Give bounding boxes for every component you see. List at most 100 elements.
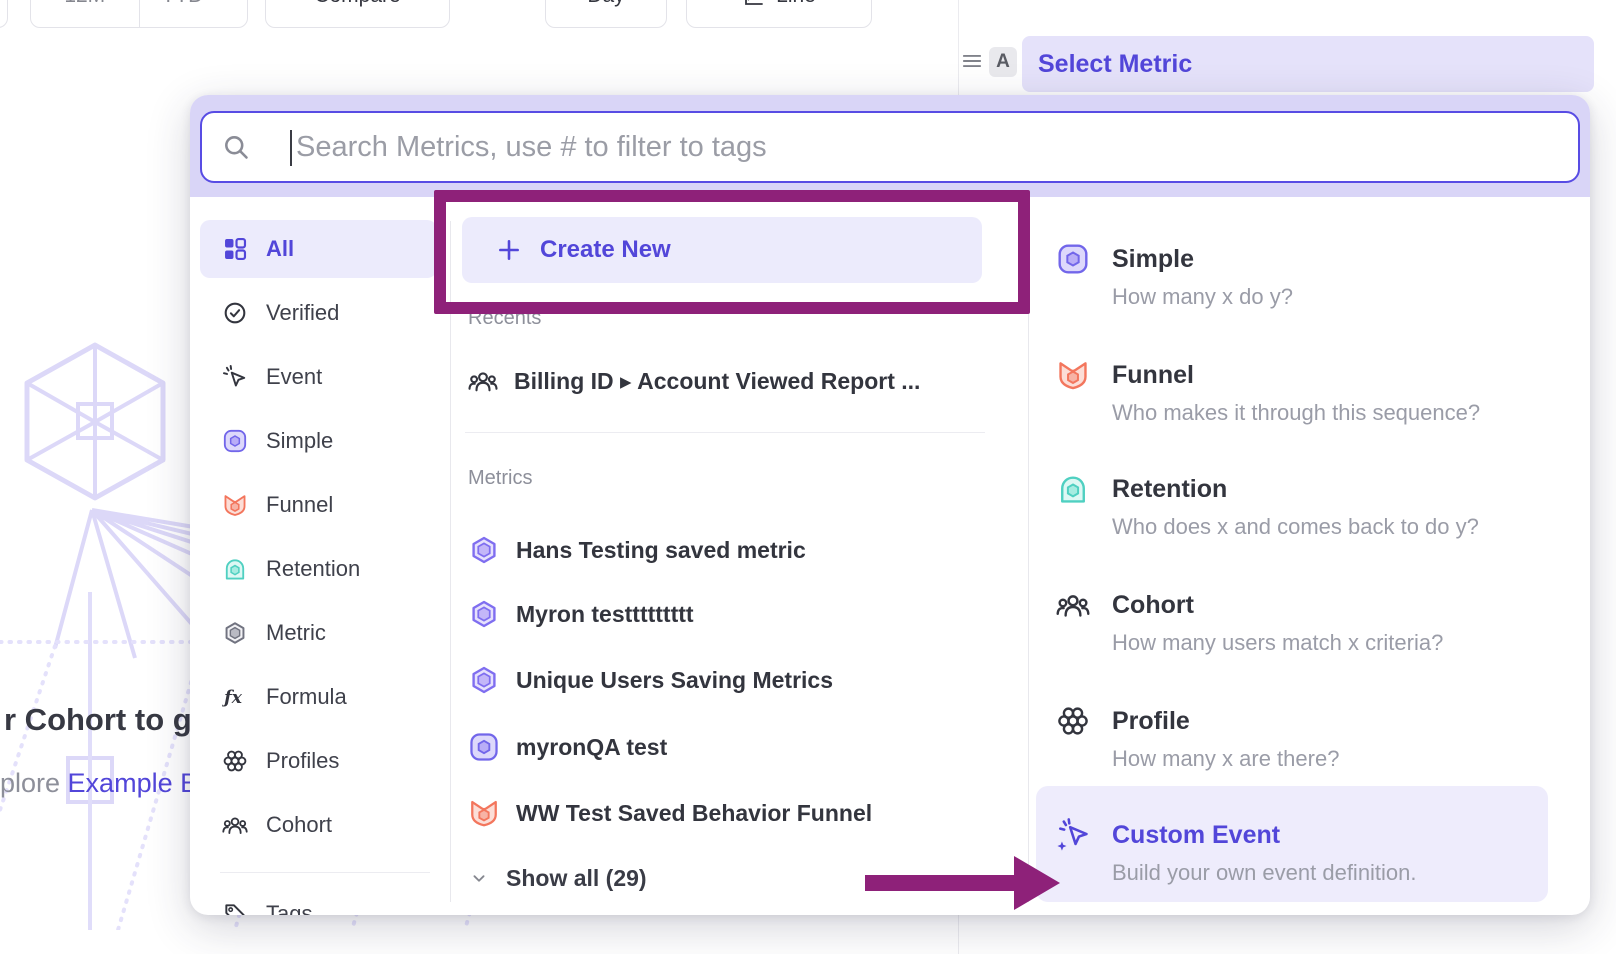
funnel-icon bbox=[222, 492, 248, 518]
metric-type-title: Cohort bbox=[1112, 590, 1576, 620]
day-granularity-button[interactable]: Day bbox=[545, 0, 667, 28]
sidebar-item-retention[interactable]: Retention bbox=[200, 541, 440, 597]
sidebar-item-simple[interactable]: Simple bbox=[200, 413, 440, 469]
metric-type-title: Profile bbox=[1112, 706, 1576, 736]
sidebar-item-label: Profiles bbox=[266, 748, 339, 774]
chevron-down-icon bbox=[468, 867, 490, 889]
grid-icon bbox=[222, 236, 248, 262]
sidebar-item-cohort[interactable]: Cohort bbox=[200, 797, 440, 853]
sidebar-item-label: Tags bbox=[266, 901, 312, 915]
empty-state-subtext: plore Example B bbox=[0, 768, 198, 799]
simple-icon bbox=[1056, 242, 1090, 276]
sidebar-item-metric[interactable]: Metric bbox=[200, 605, 440, 661]
annotation-box bbox=[434, 190, 1030, 314]
chart-type-line-button[interactable]: Line bbox=[686, 0, 872, 28]
metric-type-funnel[interactable]: Funnel Who makes it through this sequenc… bbox=[1056, 360, 1576, 426]
column-divider-1 bbox=[450, 221, 451, 902]
sidebar-item-profiles[interactable]: Profiles bbox=[200, 733, 440, 789]
range-12m-label: 12M bbox=[64, 0, 105, 8]
sidebar-item-all[interactable]: All bbox=[200, 220, 437, 278]
event-icon bbox=[222, 364, 248, 390]
metric-type-simple[interactable]: Simple How many x do y? bbox=[1056, 244, 1576, 310]
sidebar-item-label: Retention bbox=[266, 556, 360, 582]
metric-type-title: Custom Event bbox=[1112, 820, 1576, 850]
chevron-down-icon bbox=[209, 0, 225, 4]
simple-metric-icon bbox=[468, 731, 500, 763]
search-metrics-input[interactable] bbox=[296, 113, 1566, 181]
funnel-metric-icon bbox=[468, 797, 500, 829]
search-box[interactable] bbox=[200, 111, 1580, 183]
retention-icon bbox=[222, 556, 248, 582]
profiles-icon bbox=[1056, 704, 1090, 738]
sidebar-item-label: Event bbox=[266, 364, 322, 390]
sidebar-item-label: Funnel bbox=[266, 492, 333, 518]
day-label: Day bbox=[587, 0, 624, 8]
query-row-badge: A bbox=[989, 47, 1017, 77]
metric-type-subtitle: How many x are there? bbox=[1112, 746, 1576, 772]
metric-type-subtitle: How many x do y? bbox=[1112, 284, 1576, 310]
range-ytd-button[interactable]: YTD bbox=[139, 0, 248, 27]
metric-hexagon-icon bbox=[468, 598, 500, 630]
metric-list-item[interactable]: Myron testtttttttt bbox=[468, 592, 988, 636]
sidebar-item-formula[interactable]: Formula bbox=[200, 669, 440, 725]
show-all-label: Show all (29) bbox=[506, 865, 647, 892]
metric-type-subtitle: Who makes it through this sequence? bbox=[1112, 400, 1576, 426]
formula-icon bbox=[222, 684, 248, 710]
metric-type-retention[interactable]: Retention Who does x and comes back to d… bbox=[1056, 474, 1576, 540]
metric-list-item[interactable]: myronQA test bbox=[468, 725, 988, 769]
sidebar-item-label: Simple bbox=[266, 428, 333, 454]
metric-type-cohort[interactable]: Cohort How many users match x criteria? bbox=[1056, 590, 1576, 656]
metric-type-subtitle: How many users match x criteria? bbox=[1112, 630, 1576, 656]
metrics-section-label: Metrics bbox=[468, 467, 532, 490]
simple-icon bbox=[222, 428, 248, 454]
sidebar-item-label: Verified bbox=[266, 300, 339, 326]
app-canvas: 12M YTD Compare Day Line A Select Metric bbox=[0, 0, 1616, 954]
toolbar-partial-button[interactable] bbox=[0, 0, 8, 28]
sidebar-item-label: All bbox=[266, 236, 294, 262]
date-range-group: 12M YTD bbox=[30, 0, 248, 28]
verified-icon bbox=[222, 300, 248, 326]
recent-item-row[interactable]: Billing ID ▸ Account Viewed Report ... bbox=[468, 359, 988, 403]
range-12m-button[interactable]: 12M bbox=[31, 0, 139, 27]
metric-list-item[interactable]: WW Test Saved Behavior Funnel bbox=[468, 791, 988, 835]
recent-item-label: Billing ID ▸ Account Viewed Report ... bbox=[514, 368, 920, 395]
cohort-icon bbox=[468, 366, 498, 396]
range-ytd-label: YTD bbox=[161, 0, 203, 8]
metric-hexagon-icon bbox=[468, 534, 500, 566]
sidebar-item-label: Cohort bbox=[266, 812, 332, 838]
compare-button[interactable]: Compare bbox=[265, 0, 450, 28]
sidebar-item-tags[interactable]: Tags bbox=[200, 886, 440, 915]
metric-item-label: WW Test Saved Behavior Funnel bbox=[516, 800, 872, 827]
line-label: Line bbox=[776, 0, 816, 8]
line-chart-icon bbox=[742, 0, 766, 8]
metric-list-item[interactable]: Unique Users Saving Metrics bbox=[468, 658, 988, 702]
query-row-label: A bbox=[996, 51, 1010, 73]
tag-icon bbox=[222, 901, 248, 915]
annotation-arrow bbox=[860, 848, 1070, 918]
metric-type-title: Funnel bbox=[1112, 360, 1576, 390]
metric-type-custom-event[interactable]: Custom Event Build your own event defini… bbox=[1056, 820, 1576, 886]
metric-list-item[interactable]: Hans Testing saved metric bbox=[468, 528, 988, 572]
metric-type-profile[interactable]: Profile How many x are there? bbox=[1056, 706, 1576, 772]
metric-item-label: Hans Testing saved metric bbox=[516, 537, 806, 564]
sidebar-item-event[interactable]: Event bbox=[200, 349, 440, 405]
metric-item-label: Myron testtttttttt bbox=[516, 601, 694, 628]
select-metric-button[interactable]: Select Metric bbox=[1022, 36, 1594, 92]
sidebar-item-verified[interactable]: Verified bbox=[200, 285, 440, 341]
metric-type-title: Simple bbox=[1112, 244, 1576, 274]
empty-state-heading: r Cohort to ge bbox=[4, 702, 209, 738]
example-link[interactable]: Example B bbox=[68, 768, 199, 798]
drag-handle-icon[interactable] bbox=[961, 50, 983, 72]
sidebar-item-funnel[interactable]: Funnel bbox=[200, 477, 440, 533]
custom-event-icon bbox=[1056, 818, 1090, 852]
cohort-icon bbox=[1056, 588, 1090, 622]
modal-header bbox=[190, 95, 1590, 197]
column-divider-2 bbox=[1028, 221, 1029, 902]
retention-icon bbox=[1056, 472, 1090, 506]
metric-item-label: Unique Users Saving Metrics bbox=[516, 667, 833, 694]
text-cursor bbox=[290, 130, 292, 166]
section-divider bbox=[465, 432, 985, 433]
sidebar-item-label: Metric bbox=[266, 620, 326, 646]
compare-label: Compare bbox=[314, 0, 400, 8]
metric-type-subtitle: Build your own event definition. bbox=[1112, 860, 1576, 886]
